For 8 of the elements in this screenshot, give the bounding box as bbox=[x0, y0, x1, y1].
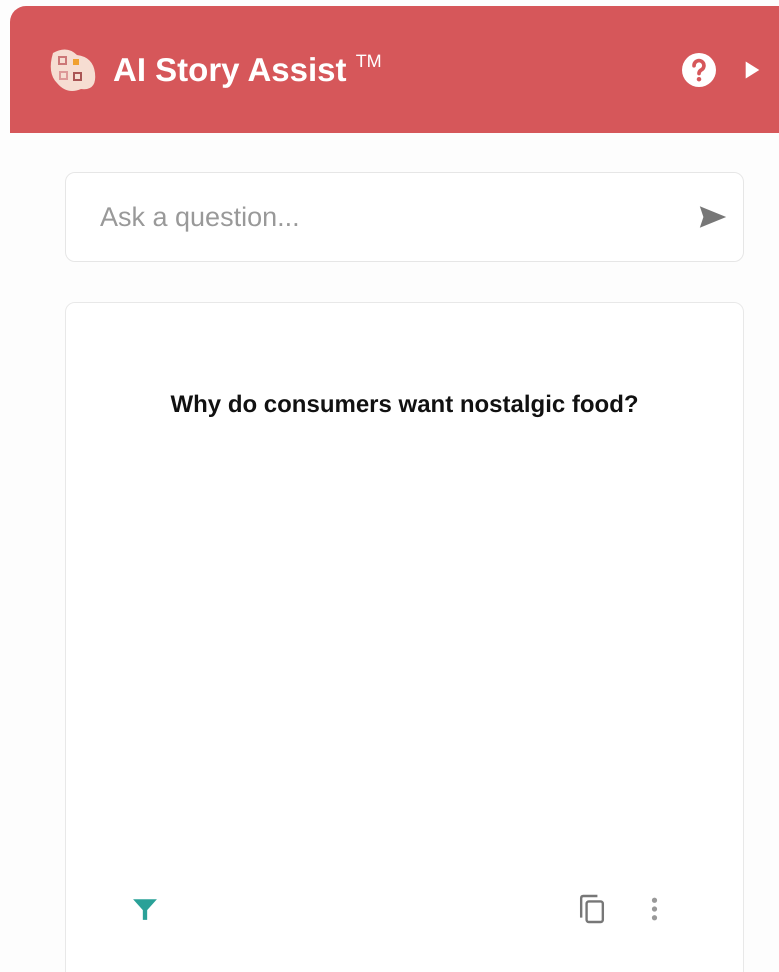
question-text: Why do consumers want nostalgic food? bbox=[169, 391, 640, 419]
help-icon[interactable] bbox=[682, 52, 716, 86]
more-icon[interactable] bbox=[651, 895, 658, 923]
play-icon[interactable] bbox=[744, 58, 761, 80]
question-field[interactable]: Ask a question... bbox=[65, 172, 744, 262]
app-title: AI Story Assist $^{TM}$ bbox=[113, 50, 382, 88]
send-icon[interactable] bbox=[698, 205, 728, 229]
copy-icon[interactable] bbox=[579, 893, 605, 925]
